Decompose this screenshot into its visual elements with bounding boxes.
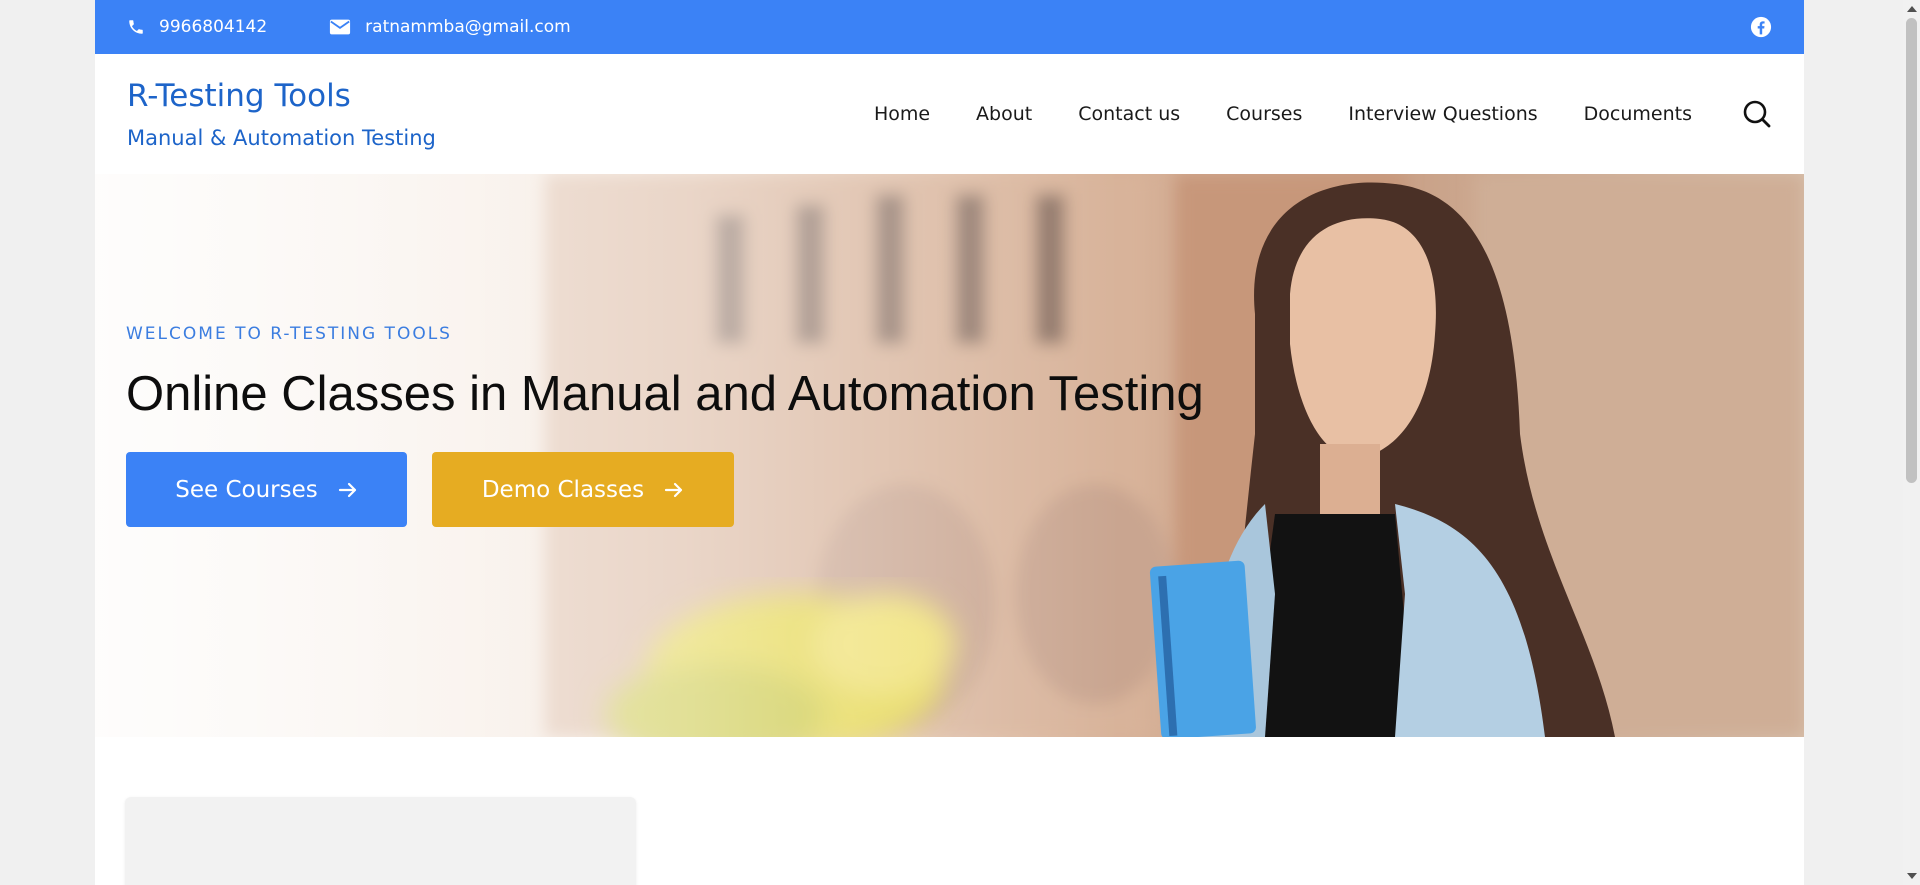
top-bar: 9966804142 ratnammba@gmail.com: [95, 0, 1804, 54]
site-header: R-Testing Tools Manual & Automation Test…: [95, 54, 1804, 174]
mail-icon: [330, 19, 351, 35]
search-icon: [1743, 100, 1771, 128]
hero-buttons: See Courses Demo Classes: [126, 452, 1204, 527]
hero-banner: WELCOME TO R-TESTING TOOLS Online Classe…: [95, 174, 1804, 737]
demo-classes-button[interactable]: Demo Classes: [432, 452, 734, 527]
brand[interactable]: R-Testing Tools Manual & Automation Test…: [127, 78, 436, 149]
email-address: ratnammba@gmail.com: [365, 17, 571, 37]
hero-headline: Online Classes in Manual and Automation …: [126, 367, 1204, 421]
hero-eyebrow: WELCOME TO R-TESTING TOOLS: [126, 324, 452, 344]
see-courses-label: See Courses: [175, 476, 318, 503]
site-tagline: Manual & Automation Testing: [127, 125, 436, 150]
search-button[interactable]: [1742, 99, 1772, 129]
nav-item-about[interactable]: About: [976, 103, 1032, 125]
facebook-icon: [1750, 16, 1772, 38]
nav-item-home[interactable]: Home: [874, 103, 930, 125]
nav-item-contact-us[interactable]: Contact us: [1078, 103, 1180, 125]
content-card: [125, 797, 636, 885]
page: 9966804142 ratnammba@gmail.com R-Testing…: [95, 0, 1804, 885]
main-nav: Home About Contact us Courses Interview …: [828, 99, 1772, 129]
see-courses-button[interactable]: See Courses: [126, 452, 407, 527]
demo-classes-label: Demo Classes: [481, 476, 645, 503]
scroll-up-icon[interactable]: [1907, 6, 1917, 12]
facebook-link[interactable]: [1750, 16, 1772, 38]
email-contact[interactable]: ratnammba@gmail.com: [329, 17, 571, 37]
nav-item-documents[interactable]: Documents: [1584, 103, 1692, 125]
nav-item-interview-questions[interactable]: Interview Questions: [1348, 103, 1537, 125]
scroll-down-icon[interactable]: [1907, 873, 1917, 879]
page-scrollbar[interactable]: [1903, 0, 1920, 885]
site-title[interactable]: R-Testing Tools: [127, 78, 436, 115]
hero-content: WELCOME TO R-TESTING TOOLS Online Classe…: [126, 324, 1204, 527]
phone-number: 9966804142: [159, 17, 268, 37]
phone-icon: [129, 20, 143, 34]
arrow-right-icon: [338, 482, 356, 497]
nav-item-courses[interactable]: Courses: [1226, 103, 1302, 125]
phone-contact[interactable]: 9966804142: [127, 17, 267, 37]
arrow-right-icon: [665, 482, 683, 497]
scrollbar-thumb[interactable]: [1906, 18, 1917, 483]
